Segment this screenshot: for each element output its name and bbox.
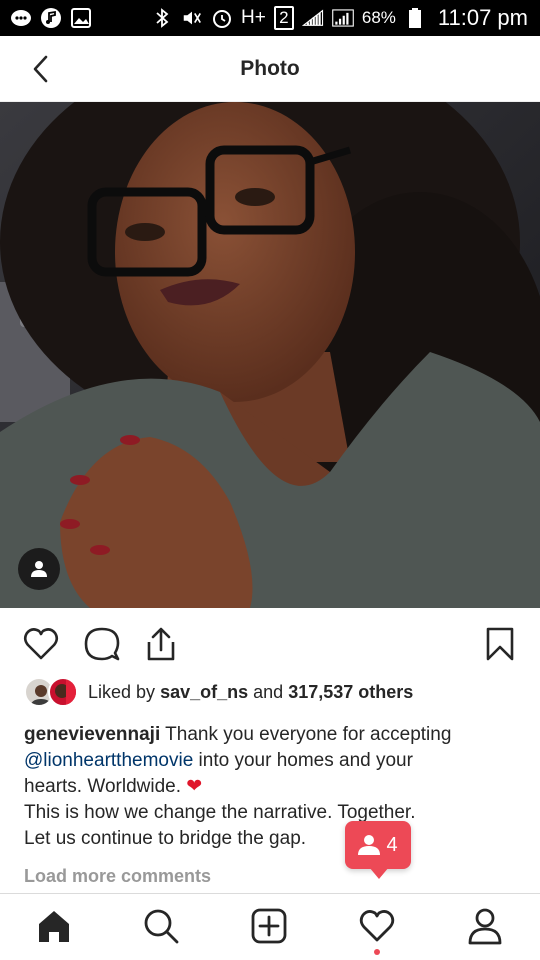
top-header: Photo <box>0 36 540 102</box>
load-more-comments[interactable]: Load more comments <box>24 866 211 887</box>
post-photo[interactable] <box>0 102 540 608</box>
caption-text: hearts. Worldwide. <box>24 776 181 797</box>
likes-prefix: Liked by <box>88 681 156 702</box>
gallery-icon <box>70 7 92 29</box>
likes-others-count[interactable]: 317,537 others <box>288 682 413 702</box>
caption-line: Let us continue to bridge the gap. <box>24 826 520 852</box>
caption-text: Let us continue to bridge the gap. <box>24 828 307 849</box>
caption-text: into your homes and your <box>198 750 413 771</box>
add-post-icon <box>251 908 287 944</box>
alarm-icon <box>211 7 233 29</box>
caption-line: This is how we change the narrative. Tog… <box>24 800 520 826</box>
bookmark-icon <box>486 627 514 661</box>
status-right: H+ 2 68% 11:07 pm <box>151 5 528 31</box>
nav-add-post[interactable] <box>249 906 289 946</box>
likes-and: and <box>253 681 284 702</box>
heart-emoji-icon: ❤ <box>186 776 203 797</box>
likes-summary: Liked by sav_of_ns and 317,537 others <box>88 682 413 703</box>
post-caption: genevievennaji Thank you everyone for ac… <box>24 722 520 852</box>
activity-indicator-dot <box>374 949 380 955</box>
portrait-illustration <box>0 102 540 608</box>
network-type: H+ <box>241 7 266 28</box>
mute-icon <box>181 7 203 29</box>
person-icon <box>358 835 381 855</box>
sim-badge: 2 <box>273 6 294 30</box>
page-title: Photo <box>240 56 300 80</box>
status-bar: H+ 2 68% 11:07 pm <box>0 0 540 36</box>
caption-text: Thank you everyone for accepting <box>165 724 452 745</box>
home-icon <box>39 911 69 942</box>
messages-icon <box>10 7 32 29</box>
nav-profile[interactable] <box>465 906 505 946</box>
clock: 11:07 pm <box>437 5 528 30</box>
bluetooth-icon <box>151 7 173 29</box>
post-actions <box>0 620 540 668</box>
nav-search[interactable] <box>141 906 181 946</box>
search-icon <box>144 909 179 944</box>
signal-icon <box>301 7 324 29</box>
share-button[interactable] <box>142 625 180 663</box>
sim-number: 2 <box>279 8 289 27</box>
likes-row[interactable]: Liked by sav_of_ns and 317,537 others <box>24 676 413 708</box>
avatar <box>48 677 78 707</box>
battery-percent: 68% <box>361 8 396 27</box>
liker-avatars <box>24 676 82 708</box>
caption-line: @lionheartthemovie into your homes and y… <box>24 748 520 774</box>
author-username[interactable]: genevievennaji <box>24 724 160 745</box>
share-icon <box>147 627 175 661</box>
mention-link[interactable]: @lionheartthemovie <box>24 750 193 771</box>
save-button[interactable] <box>481 625 519 663</box>
status-left <box>10 7 92 29</box>
heart-icon <box>23 628 59 660</box>
bottom-navigation <box>0 893 540 960</box>
caption-line: genevievennaji Thank you everyone for ac… <box>24 722 520 748</box>
liker-username[interactable]: sav_of_ns <box>160 682 248 702</box>
comment-icon <box>84 627 120 661</box>
profile-icon <box>468 908 502 945</box>
notification-count: 4 <box>386 833 398 856</box>
activity-heart-icon <box>359 910 395 942</box>
person-icon <box>31 561 47 577</box>
music-icon <box>40 7 62 29</box>
tagged-people-button[interactable] <box>18 548 60 590</box>
back-button[interactable] <box>24 53 56 85</box>
nav-home[interactable] <box>34 906 74 946</box>
chevron-left-icon <box>33 55 48 83</box>
caption-text: This is how we change the narrative. Tog… <box>24 802 416 823</box>
caption-line: hearts. Worldwide. ❤ <box>24 774 520 800</box>
like-button[interactable] <box>22 625 60 663</box>
follower-notification-bubble[interactable]: 4 <box>345 821 411 879</box>
nav-activity[interactable] <box>357 906 397 946</box>
battery-icon <box>404 7 426 29</box>
signal-icon-2 <box>332 7 354 29</box>
comment-button[interactable] <box>83 625 121 663</box>
